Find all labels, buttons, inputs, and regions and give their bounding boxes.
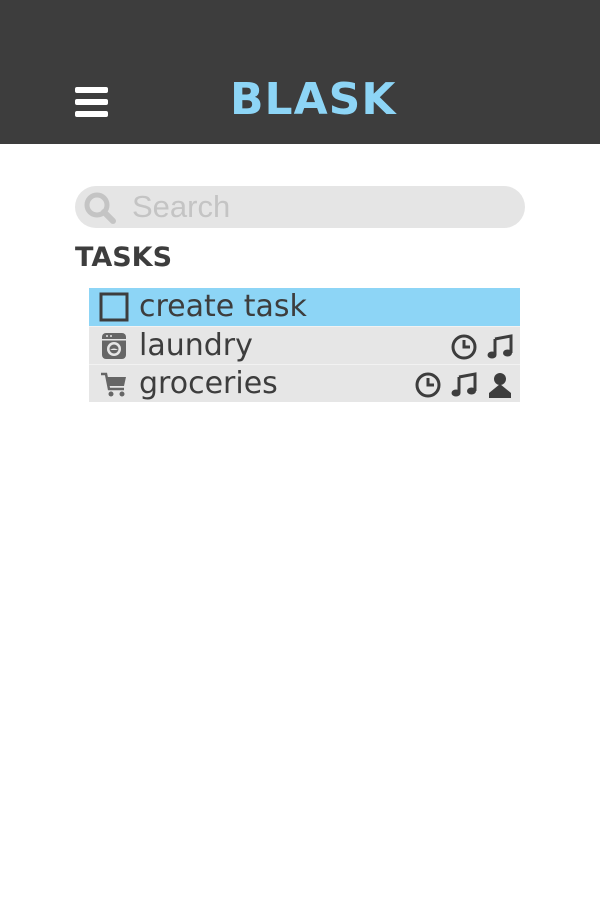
task-row-create-task[interactable]: create task xyxy=(89,288,520,326)
task-label: laundry xyxy=(139,328,253,363)
search-bar[interactable] xyxy=(75,186,525,228)
clock-icon xyxy=(451,334,477,360)
search-icon xyxy=(84,192,116,224)
hamburger-menu-icon xyxy=(75,87,108,93)
music-note-icon xyxy=(487,334,513,359)
task-row-groceries[interactable]: groceries xyxy=(89,364,520,402)
task-label: groceries xyxy=(139,366,278,401)
hamburger-menu-icon-bar xyxy=(75,111,108,117)
washing-machine-icon xyxy=(102,333,126,359)
person-icon xyxy=(489,373,511,398)
clock-icon xyxy=(415,372,441,398)
hamburger-menu-icon-bar xyxy=(75,99,108,105)
checkbox-icon[interactable] xyxy=(99,292,129,322)
app-title: BLASK xyxy=(230,74,397,125)
task-label: create task xyxy=(139,289,307,324)
shopping-cart-icon xyxy=(101,372,126,397)
menu-button[interactable] xyxy=(75,87,108,117)
task-badges xyxy=(414,371,514,399)
task-row-laundry[interactable]: laundry xyxy=(89,326,520,364)
app-header: BLASK xyxy=(0,0,600,144)
task-list: create task laundry groceries xyxy=(89,288,520,402)
task-badges xyxy=(450,333,514,361)
tasks-heading: TASKS xyxy=(75,242,173,273)
music-note-icon xyxy=(451,372,477,397)
search-input[interactable] xyxy=(132,186,512,228)
